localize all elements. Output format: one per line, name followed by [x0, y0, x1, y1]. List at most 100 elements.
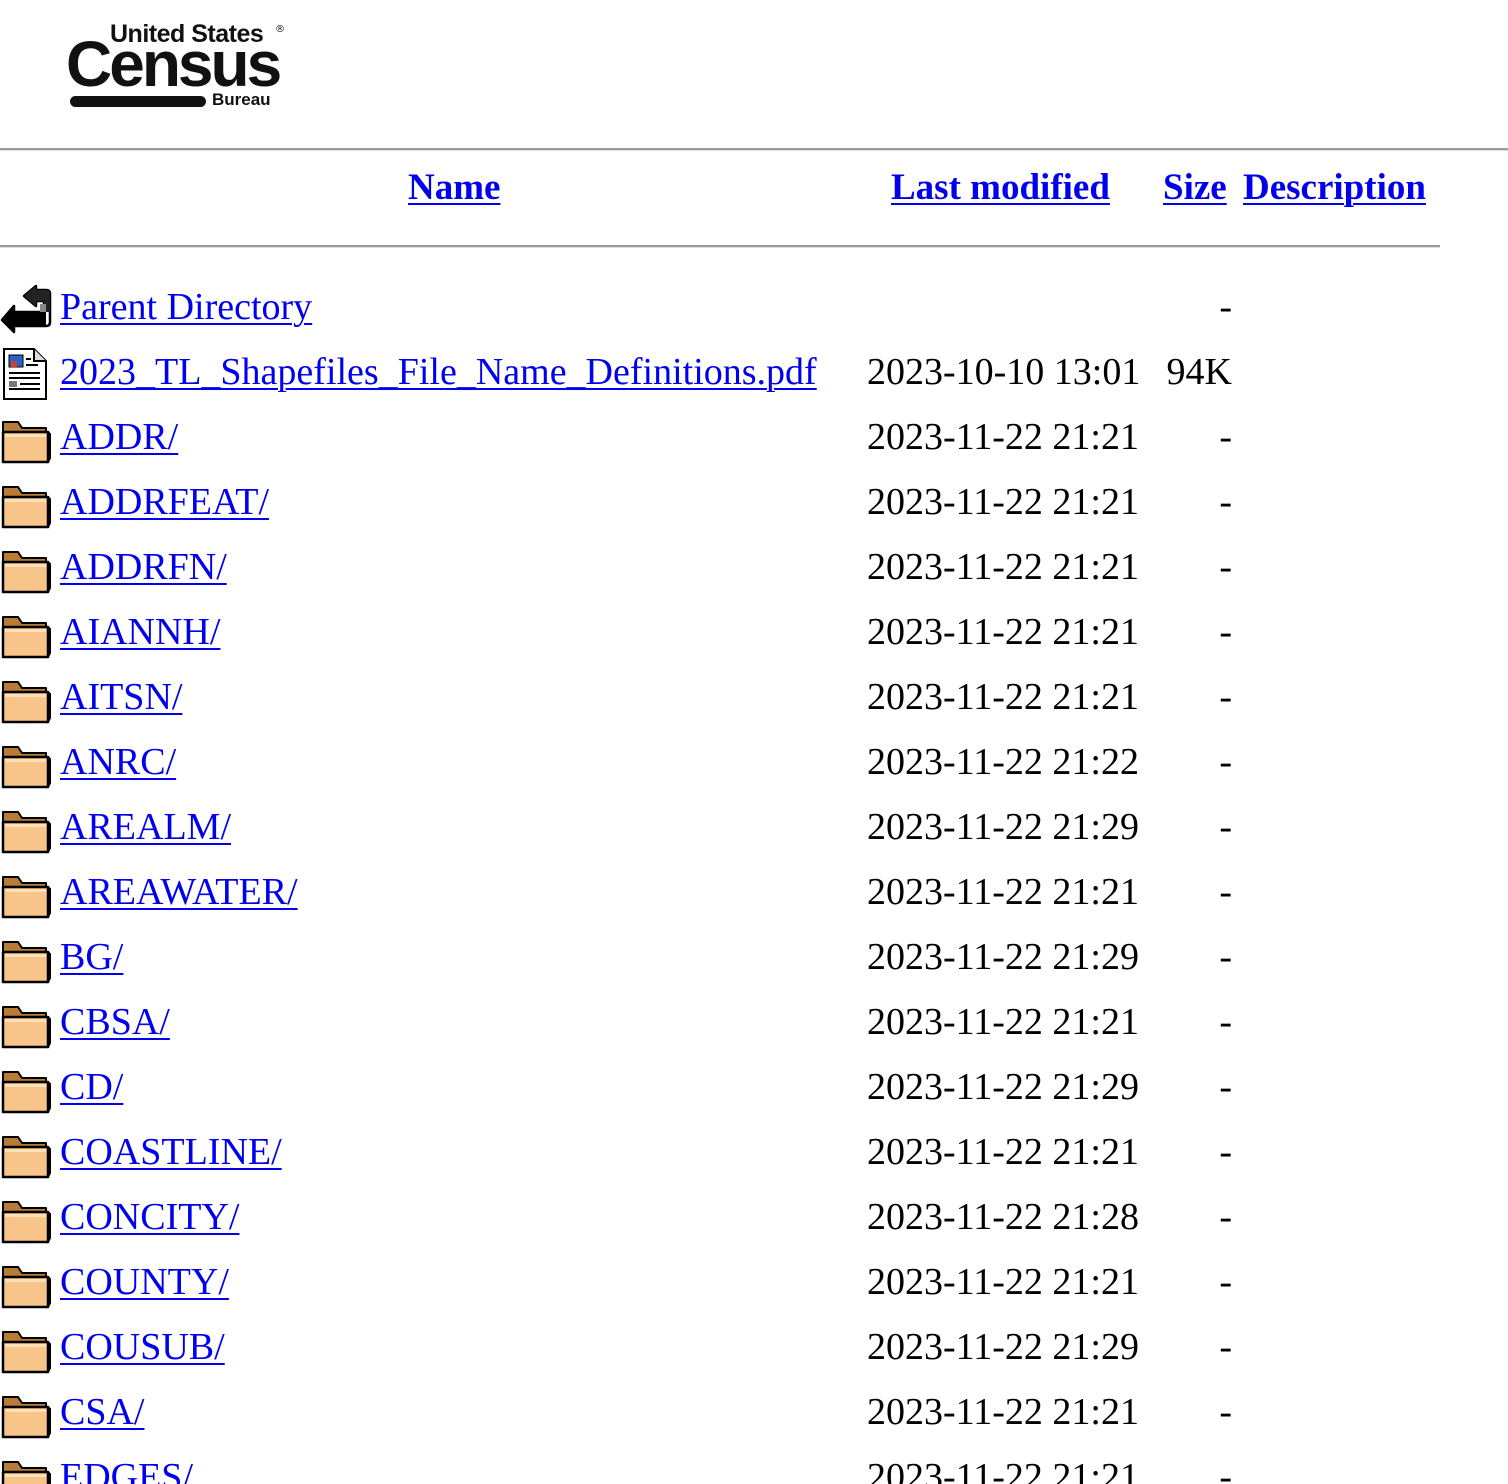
- folder-icon[interactable]: [0, 1452, 52, 1484]
- size-cell: -: [1219, 1391, 1232, 1433]
- file-link[interactable]: COUSUB/: [60, 1325, 225, 1369]
- folder-icon[interactable]: [0, 997, 52, 1051]
- folder-icon[interactable]: [0, 1127, 52, 1181]
- folder-icon[interactable]: [0, 412, 52, 466]
- header-divider: [0, 245, 1440, 248]
- top-divider: [0, 148, 1508, 151]
- file-link[interactable]: AREAWATER/: [60, 870, 298, 914]
- file-link[interactable]: Parent Directory: [60, 285, 312, 329]
- last-modified-cell: 2023-11-22 21:21: [867, 1261, 1139, 1303]
- logo-line-census: Census: [66, 28, 282, 100]
- file-row: CBSA/ 2023-11-22 21:21 -: [0, 991, 1508, 1056]
- folder-icon[interactable]: [0, 1192, 52, 1246]
- last-modified-cell: 2023-11-22 21:21: [867, 871, 1139, 913]
- file-link[interactable]: CSA/: [60, 1390, 144, 1434]
- file-link[interactable]: ADDRFN/: [60, 545, 227, 589]
- last-modified-cell: 2023-11-22 21:21: [867, 1391, 1139, 1433]
- file-row: AITSN/ 2023-11-22 21:21 -: [0, 666, 1508, 731]
- file-row: AREALM/ 2023-11-22 21:29 -: [0, 796, 1508, 861]
- folder-icon[interactable]: [0, 867, 52, 921]
- folder-icon[interactable]: [0, 542, 52, 596]
- last-modified-cell: 2023-11-22 21:21: [867, 1001, 1139, 1043]
- size-cell: -: [1219, 546, 1232, 588]
- file-link[interactable]: ADDR/: [60, 415, 178, 459]
- size-cell: -: [1219, 806, 1232, 848]
- back-icon[interactable]: [0, 282, 52, 336]
- folder-icon[interactable]: [0, 672, 52, 726]
- size-cell: -: [1219, 1001, 1232, 1043]
- folder-icon[interactable]: [0, 1322, 52, 1376]
- file-link[interactable]: ANRC/: [60, 740, 176, 784]
- folder-icon[interactable]: [0, 1387, 52, 1441]
- file-row: ADDR/ 2023-11-22 21:21 -: [0, 406, 1508, 471]
- folder-icon[interactable]: [0, 607, 52, 661]
- folder-icon[interactable]: [0, 1257, 52, 1311]
- size-cell: -: [1219, 1456, 1232, 1484]
- last-modified-cell: 2023-11-22 21:21: [867, 676, 1139, 718]
- size-cell: -: [1219, 1196, 1232, 1238]
- directory-listing-page: United States ® Census Bureau Name Last …: [0, 0, 1508, 1484]
- file-row: ADDRFN/ 2023-11-22 21:21 -: [0, 536, 1508, 601]
- file-link[interactable]: CD/: [60, 1065, 123, 1109]
- size-cell: -: [1219, 611, 1232, 653]
- last-modified-cell: 2023-11-22 21:21: [867, 1456, 1139, 1484]
- size-cell: -: [1219, 286, 1232, 328]
- sort-by-size-link[interactable]: Size: [1163, 166, 1227, 209]
- folder-icon[interactable]: [0, 932, 52, 986]
- file-row: ANRC/ 2023-11-22 21:22 -: [0, 731, 1508, 796]
- size-cell: -: [1219, 416, 1232, 458]
- size-cell: -: [1219, 936, 1232, 978]
- last-modified-cell: 2023-11-22 21:21: [867, 416, 1139, 458]
- file-link[interactable]: EDGES/: [60, 1455, 193, 1484]
- last-modified-cell: 2023-11-22 21:29: [867, 1066, 1139, 1108]
- file-row: CSA/ 2023-11-22 21:21 -: [0, 1381, 1508, 1446]
- file-link[interactable]: COUNTY/: [60, 1260, 229, 1304]
- file-link[interactable]: BG/: [60, 935, 123, 979]
- file-row: ADDRFEAT/ 2023-11-22 21:21 -: [0, 471, 1508, 536]
- last-modified-cell: 2023-10-10 13:01: [867, 351, 1141, 393]
- last-modified-cell: 2023-11-22 21:21: [867, 1131, 1139, 1173]
- last-modified-cell: 2023-11-22 21:22: [867, 741, 1139, 783]
- size-cell: 94K: [1166, 351, 1232, 393]
- file-link[interactable]: AITSN/: [60, 675, 182, 719]
- last-modified-cell: 2023-11-22 21:21: [867, 611, 1139, 653]
- last-modified-cell: 2023-11-22 21:29: [867, 936, 1139, 978]
- size-cell: -: [1219, 1066, 1232, 1108]
- file-row: COASTLINE/ 2023-11-22 21:21 -: [0, 1121, 1508, 1186]
- file-row: Parent Directory -: [0, 276, 1508, 341]
- size-cell: -: [1219, 481, 1232, 523]
- size-cell: -: [1219, 741, 1232, 783]
- last-modified-cell: 2023-11-22 21:29: [867, 1326, 1139, 1368]
- file-link[interactable]: AIANNH/: [60, 610, 220, 654]
- folder-icon[interactable]: [0, 1062, 52, 1116]
- size-cell: -: [1219, 1131, 1232, 1173]
- sort-by-last-modified-link[interactable]: Last modified: [891, 166, 1110, 209]
- file-row: AREAWATER/ 2023-11-22 21:21 -: [0, 861, 1508, 926]
- census-bureau-logo[interactable]: United States ® Census Bureau: [66, 18, 290, 114]
- logo-line-bureau: Bureau: [212, 90, 271, 109]
- file-link[interactable]: CONCITY/: [60, 1195, 239, 1239]
- folder-icon[interactable]: [0, 737, 52, 791]
- file-link[interactable]: 2023_TL_Shapefiles_File_Name_Definitions…: [60, 350, 817, 394]
- file-link[interactable]: ADDRFEAT/: [60, 480, 269, 524]
- size-cell: -: [1219, 1326, 1232, 1368]
- file-row: AIANNH/ 2023-11-22 21:21 -: [0, 601, 1508, 666]
- sort-by-name-link[interactable]: Name: [408, 166, 500, 209]
- file-row: COUNTY/ 2023-11-22 21:21 -: [0, 1251, 1508, 1316]
- folder-icon[interactable]: [0, 477, 52, 531]
- file-row: 2023_TL_Shapefiles_File_Name_Definitions…: [0, 341, 1508, 406]
- folder-icon[interactable]: [0, 802, 52, 856]
- last-modified-cell: 2023-11-22 21:28: [867, 1196, 1139, 1238]
- file-link[interactable]: COASTLINE/: [60, 1130, 282, 1174]
- size-cell: -: [1219, 676, 1232, 718]
- file-row: BG/ 2023-11-22 21:29 -: [0, 926, 1508, 991]
- logo-underline-bar: [70, 96, 206, 107]
- file-link[interactable]: AREALM/: [60, 805, 231, 849]
- last-modified-cell: 2023-11-22 21:29: [867, 806, 1139, 848]
- size-cell: -: [1219, 871, 1232, 913]
- file-row: COUSUB/ 2023-11-22 21:29 -: [0, 1316, 1508, 1381]
- sort-by-description-link[interactable]: Description: [1243, 166, 1426, 209]
- size-cell: -: [1219, 1261, 1232, 1303]
- file-link[interactable]: CBSA/: [60, 1000, 170, 1044]
- document-icon[interactable]: [0, 347, 52, 401]
